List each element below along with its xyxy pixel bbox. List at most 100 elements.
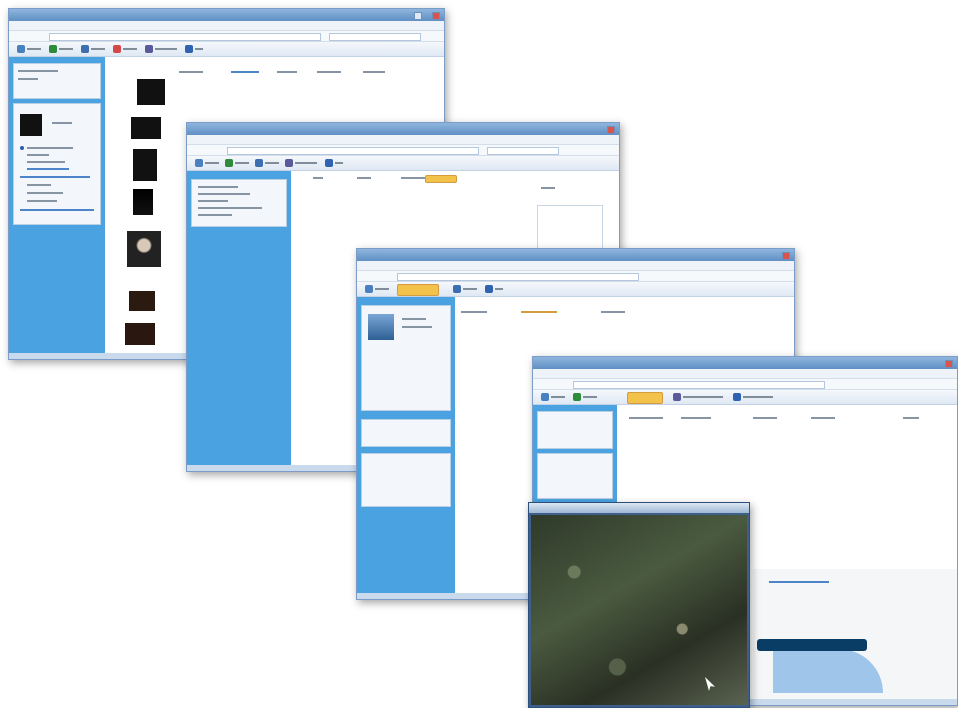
artist-thumbnail bbox=[20, 114, 42, 136]
address-bar[interactable] bbox=[9, 31, 444, 42]
column-header[interactable] bbox=[357, 177, 371, 179]
library-icon bbox=[365, 285, 373, 293]
search-input[interactable] bbox=[487, 147, 559, 155]
nav-item[interactable] bbox=[27, 161, 65, 163]
album-cover[interactable] bbox=[127, 231, 161, 267]
tab-active[interactable] bbox=[397, 284, 439, 296]
menu-bar[interactable] bbox=[357, 261, 794, 271]
help-icon bbox=[185, 45, 193, 53]
address-bar[interactable] bbox=[533, 379, 957, 390]
column-header[interactable] bbox=[313, 177, 323, 179]
nav-item[interactable] bbox=[18, 70, 58, 72]
toolbar-label bbox=[265, 162, 279, 164]
navigation-card bbox=[537, 453, 613, 499]
album-cover[interactable] bbox=[133, 189, 153, 215]
navigation-card bbox=[361, 453, 451, 507]
address-bar[interactable] bbox=[187, 145, 619, 156]
address-field[interactable] bbox=[573, 381, 825, 389]
window-title-bar[interactable] bbox=[357, 249, 794, 261]
toolbar-label bbox=[683, 396, 723, 398]
aerial-photo[interactable] bbox=[529, 513, 749, 707]
map-link[interactable] bbox=[769, 581, 829, 583]
toolbar-label bbox=[195, 48, 203, 50]
nav-item[interactable] bbox=[198, 193, 250, 195]
minimize-icon[interactable] bbox=[414, 12, 422, 20]
album-cover[interactable] bbox=[131, 117, 161, 139]
calendar-widget[interactable] bbox=[537, 205, 603, 251]
play-icon bbox=[255, 159, 263, 167]
column-header[interactable] bbox=[753, 417, 777, 419]
help-icon bbox=[325, 159, 333, 167]
column-header[interactable] bbox=[317, 71, 341, 73]
nav-item[interactable] bbox=[27, 192, 63, 194]
address-field[interactable] bbox=[49, 33, 321, 41]
navigation-card bbox=[13, 63, 101, 99]
burn-icon bbox=[195, 159, 203, 167]
toolbar bbox=[9, 42, 444, 57]
menu-bar[interactable] bbox=[533, 369, 957, 379]
column-header[interactable] bbox=[521, 311, 557, 313]
column-header[interactable] bbox=[179, 71, 203, 73]
column-header[interactable] bbox=[629, 417, 663, 419]
tab-active[interactable] bbox=[425, 175, 457, 183]
nav-item[interactable] bbox=[198, 214, 232, 216]
nav-item[interactable] bbox=[27, 147, 73, 149]
nav-item[interactable] bbox=[18, 78, 38, 80]
close-icon[interactable] bbox=[607, 126, 615, 134]
album-cover[interactable] bbox=[133, 149, 157, 181]
nav-item[interactable] bbox=[27, 184, 51, 186]
nav-item[interactable] bbox=[198, 186, 238, 188]
nav-item[interactable] bbox=[20, 209, 94, 211]
map-marker-bar bbox=[757, 639, 867, 651]
nav-item[interactable] bbox=[27, 168, 69, 170]
address-bar[interactable] bbox=[357, 271, 794, 282]
window-title-bar[interactable] bbox=[187, 123, 619, 135]
album-cover[interactable] bbox=[129, 291, 155, 311]
column-header[interactable] bbox=[277, 71, 297, 73]
toolbar-label bbox=[743, 396, 773, 398]
tab-active[interactable] bbox=[627, 392, 663, 404]
window-title-bar[interactable] bbox=[533, 357, 957, 369]
artist-name bbox=[402, 318, 426, 320]
play-icon bbox=[453, 285, 461, 293]
nav-item[interactable] bbox=[198, 207, 262, 209]
address-field[interactable] bbox=[397, 273, 639, 281]
navigation-card bbox=[537, 411, 613, 449]
album-cover[interactable] bbox=[137, 79, 165, 105]
column-header[interactable] bbox=[363, 71, 385, 73]
artist-name bbox=[52, 122, 72, 124]
help-icon bbox=[485, 285, 493, 293]
toolbar-label bbox=[155, 48, 177, 50]
bullet-icon bbox=[20, 146, 24, 150]
album-cover[interactable] bbox=[125, 323, 155, 345]
column-header[interactable] bbox=[401, 177, 425, 179]
nav-item[interactable] bbox=[27, 154, 49, 156]
column-header[interactable] bbox=[601, 311, 625, 313]
column-header[interactable] bbox=[541, 187, 555, 189]
toolbar-label bbox=[295, 162, 317, 164]
window-title-bar[interactable] bbox=[9, 9, 444, 21]
photo-viewer-window[interactable] bbox=[528, 502, 750, 708]
nav-item[interactable] bbox=[198, 200, 228, 202]
column-header[interactable] bbox=[461, 311, 487, 313]
toolbar-label bbox=[91, 48, 105, 50]
window-title-bar[interactable] bbox=[529, 503, 749, 513]
search-input[interactable] bbox=[329, 33, 421, 41]
map-panel[interactable] bbox=[753, 569, 957, 705]
artist-thumbnail bbox=[368, 314, 394, 340]
sync-icon bbox=[113, 45, 121, 53]
column-header[interactable] bbox=[681, 417, 711, 419]
close-icon[interactable] bbox=[945, 360, 953, 368]
menu-bar[interactable] bbox=[9, 21, 444, 31]
column-header[interactable] bbox=[811, 417, 835, 419]
close-icon[interactable] bbox=[432, 12, 440, 20]
close-icon[interactable] bbox=[782, 252, 790, 260]
toolbar bbox=[357, 282, 794, 297]
column-header[interactable] bbox=[231, 71, 259, 73]
artist-info-card bbox=[361, 305, 451, 411]
address-field[interactable] bbox=[227, 147, 479, 155]
nav-item[interactable] bbox=[20, 176, 90, 178]
menu-bar[interactable] bbox=[187, 135, 619, 145]
nav-item[interactable] bbox=[27, 200, 57, 202]
column-header[interactable] bbox=[903, 417, 919, 419]
